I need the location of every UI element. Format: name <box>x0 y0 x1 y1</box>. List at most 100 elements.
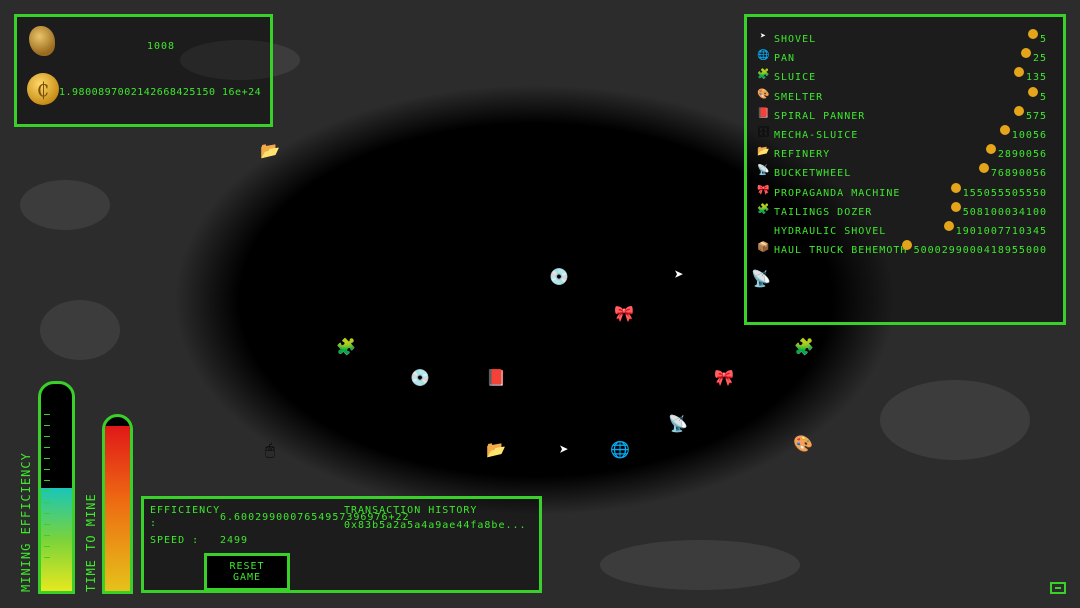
store-item-name: PROPAGANDA MACHINE <box>774 187 901 199</box>
store-item-price: 10056 <box>1011 130 1047 141</box>
store-item-spiral-panner[interactable]: 📕 SPIRAL PANNER 575 <box>757 105 1047 124</box>
field-network-icon[interactable]: 🧩 <box>794 337 814 357</box>
field-book-icon[interactable]: 📕 <box>486 368 506 388</box>
box-icon: 📦 <box>757 242 770 254</box>
store-panel: ➤ SHOVEL 5 🌐 PAN 25 🧩 SLUICE 135 🎨 SMELTER 5 📕 SPIRAL… <box>744 14 1066 325</box>
bow-icon: 🎀 <box>757 184 770 196</box>
store-item-name: HYDRAULIC SHOVEL <box>774 226 887 237</box>
store-item-propaganda-machine[interactable]: 🎀 PROPAGANDA MACHINE 155055505550 <box>757 182 1047 201</box>
chip-icon: 🗄 <box>757 127 770 138</box>
meter-tick <box>44 524 50 525</box>
meter-tick <box>44 425 50 426</box>
coin-icon: ₵ <box>27 73 59 105</box>
meter-tick <box>44 436 50 437</box>
coin-count: 1.9800897002142668425150 16e+24 <box>59 87 262 98</box>
store-item-price: 135 <box>1025 72 1047 84</box>
meter-tick <box>44 513 50 514</box>
gold-nugget-count: 1008 <box>147 41 176 52</box>
store-item-name: REFINERY <box>774 149 831 161</box>
coin-icon <box>1021 48 1031 59</box>
network-icon: 🧩 <box>757 69 770 81</box>
efficiency-label: EFFICIENCY <box>150 505 221 516</box>
reset-game-button[interactable]: RESET GAME <box>204 553 290 591</box>
minimize-button[interactable] <box>1050 582 1066 594</box>
field-paint-icon[interactable]: 🎨 <box>793 434 813 454</box>
meter-tick <box>44 535 50 536</box>
store-item-name: HAUL TRUCK BEHEMOTH <box>774 245 908 257</box>
store-item-price: 5000299000418955000 <box>913 245 1047 257</box>
meter-tick <box>44 546 50 547</box>
coin-icon <box>951 201 961 212</box>
store-item-price: 1901007710345 <box>955 226 1047 237</box>
meter-tick <box>44 458 50 459</box>
rock-texture <box>40 300 120 360</box>
coin-icon <box>944 221 954 231</box>
speed-label: SPEED : <box>150 535 200 546</box>
field-globe-icon[interactable]: 🌐 <box>610 440 630 460</box>
time-to-mine-fill <box>105 425 130 591</box>
field-folder-icon[interactable]: 📂 <box>260 141 280 161</box>
field-disc-icon[interactable]: 💿 <box>410 368 430 388</box>
mining-efficiency-meter <box>38 381 75 594</box>
store-item-haul-truck-behemoth[interactable]: 📦 HAUL TRUCK BEHEMOTH 5000299000418955000 <box>757 240 1047 258</box>
store-item-sluice[interactable]: 🧩 SLUICE 135 <box>757 67 1047 85</box>
field-bow-icon[interactable]: 🎀 <box>714 368 734 388</box>
store-item-name: MECHA-SLUICE <box>774 130 859 141</box>
field-mouse-icon[interactable]: 🖱 <box>260 440 280 460</box>
field-bow-icon[interactable]: 🎀 <box>614 304 634 324</box>
store-item-hydraulic-shovel[interactable]: 🖱 HYDRAULIC SHOVEL 1901007710345 <box>757 221 1047 239</box>
store-item-name: TAILINGS DOZER <box>774 206 873 218</box>
efficiency-colon: : <box>150 518 158 529</box>
meter-tick <box>44 469 50 470</box>
book-icon: 📕 <box>757 107 770 119</box>
network-icon: 🧩 <box>757 203 770 215</box>
store-item-name: SHOVEL <box>774 34 817 45</box>
store-item-refinery[interactable]: 📂 REFINERY 2890056 <box>757 144 1047 162</box>
store-item-bucketwheel[interactable]: 📡 BUCKETWHEEL 76890056 <box>757 163 1047 181</box>
store-item-price: 76890056 <box>990 168 1047 180</box>
rock-texture <box>20 180 110 230</box>
field-cursor-icon[interactable]: ➤ <box>669 265 689 285</box>
time-to-mine-meter <box>102 414 133 594</box>
mining-efficiency-label: MINING EFFICIENCY <box>19 452 33 592</box>
meter-tick <box>44 447 50 448</box>
store-item-price: 25 <box>1032 53 1047 65</box>
coin-icon <box>1014 67 1024 78</box>
transaction-history-label: TRANSACTION HISTORY <box>344 505 478 516</box>
coin-icon <box>951 182 961 193</box>
field-folder-icon[interactable]: 📂 <box>486 440 506 460</box>
meter-tick <box>44 557 50 558</box>
field-disc-icon[interactable]: 💿 <box>549 267 569 287</box>
store-item-pan[interactable]: 🌐 PAN 25 <box>757 48 1047 66</box>
coin-icon <box>1000 125 1010 135</box>
time-to-mine-label: TIME TO MINE <box>84 493 98 592</box>
store-item-tailings-dozer[interactable]: 🧩 TAILINGS DOZER 508100034100 <box>757 201 1047 220</box>
rock-texture <box>600 540 800 590</box>
field-satellite-icon[interactable]: 📡 <box>668 414 688 434</box>
meter-tick <box>44 502 50 503</box>
field-cursor-icon[interactable]: ➤ <box>554 440 574 460</box>
store-item-smelter[interactable]: 🎨 SMELTER 5 <box>757 86 1047 105</box>
store-item-mecha-sluice[interactable]: 🗄 MECHA-SLUICE 10056 <box>757 125 1047 143</box>
field-network-icon[interactable]: 🧩 <box>336 337 356 357</box>
store-item-name: SPIRAL PANNER <box>774 110 866 122</box>
field-chip-icon[interactable]: 🗄 <box>486 224 506 244</box>
rock-texture <box>880 380 1030 460</box>
stats-panel: EFFICIENCY : 6.6002990007654957396976+22… <box>141 496 542 593</box>
meter-tick <box>44 414 50 415</box>
field-chip-icon[interactable]: 🗄 <box>550 224 570 244</box>
store-item-name: BUCKETWHEEL <box>774 168 852 180</box>
store-item-price: 575 <box>1025 110 1047 122</box>
meter-tick <box>44 480 50 481</box>
gold-nugget-icon <box>29 26 55 56</box>
store-item-name: SLUICE <box>774 72 817 84</box>
paint-icon: 🎨 <box>757 88 770 100</box>
store-item-price: 2890056 <box>997 149 1047 161</box>
cursor-icon: ➤ <box>759 31 767 42</box>
store-item-price: 155055505550 <box>962 187 1047 199</box>
coin-icon <box>1028 86 1038 97</box>
store-item-price: 5 <box>1039 91 1047 103</box>
store-item-shovel[interactable]: ➤ SHOVEL 5 <box>757 29 1047 47</box>
satellite-icon[interactable]: 📡 <box>751 269 771 289</box>
speed-value: 2499 <box>220 535 249 546</box>
